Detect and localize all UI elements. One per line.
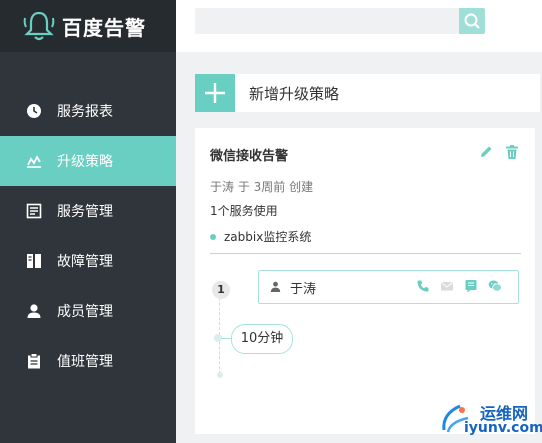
email-icon[interactable] <box>440 279 454 293</box>
divider <box>210 253 521 254</box>
sidebar-item-service-report[interactable]: 服务报表 <box>0 86 176 136</box>
phone-icon[interactable] <box>416 279 430 293</box>
sidebar-item-escalation[interactable]: 升级策略 <box>0 136 176 186</box>
columns-icon <box>27 254 41 268</box>
add-button[interactable] <box>195 74 235 112</box>
strategy-title: 微信接收告警 <box>210 149 289 164</box>
bell-icon <box>23 11 55 41</box>
strategy-card: 微信接收告警 于涛 于 3周前 创建 1个服务使用 zabbix监控系统 1 于… <box>195 128 535 434</box>
watermark: 运维网 iyunv.com <box>436 398 542 440</box>
sms-icon[interactable] <box>464 279 478 293</box>
sidebar-item-label: 值班管理 <box>57 354 113 370</box>
creation-meta: 于涛 于 3周前 创建 <box>210 180 314 194</box>
sidebar-item-label: 服务管理 <box>57 204 113 220</box>
search-button[interactable] <box>459 8 485 34</box>
add-strategy-label: 新增升级策略 <box>249 85 340 103</box>
service-usage-count: 1个服务使用 <box>210 204 278 218</box>
search-input[interactable] <box>195 8 459 34</box>
wechat-icon[interactable] <box>488 279 502 293</box>
sidebar-item-duty-manage[interactable]: 值班管理 <box>0 336 176 386</box>
watermark-url: iyunv.com <box>464 420 542 436</box>
add-strategy-bar[interactable]: 新增升级策略 <box>195 74 540 112</box>
service-name[interactable]: zabbix监控系统 <box>224 228 311 245</box>
sidebar-item-incident-manage[interactable]: 故障管理 <box>0 236 176 286</box>
timeline-connector <box>221 338 231 339</box>
recipient-box[interactable]: 于涛 <box>258 270 519 304</box>
step-number: 1 <box>212 281 230 299</box>
service-bullet <box>210 234 216 240</box>
delay-badge: 10分钟 <box>231 324 293 354</box>
sidebar-item-member-manage[interactable]: 成员管理 <box>0 286 176 336</box>
sidebar-item-label: 服务报表 <box>57 104 113 120</box>
user-icon <box>270 281 281 292</box>
sidebar-item-label: 升级策略 <box>57 154 113 170</box>
timeline-end-node <box>217 372 223 378</box>
sidebar-item-label: 故障管理 <box>57 254 113 270</box>
timeline-line <box>219 288 222 374</box>
brand-name: 百度告警 <box>62 16 146 40</box>
recipient-name: 于涛 <box>290 282 317 297</box>
sidebar-item-label: 成员管理 <box>57 304 113 320</box>
user-icon <box>27 304 41 318</box>
plus-icon <box>205 83 225 103</box>
chart-icon <box>27 155 41 168</box>
search-icon <box>464 13 480 29</box>
list-icon <box>26 203 42 219</box>
trash-icon[interactable] <box>504 144 520 160</box>
logo[interactable]: 百度告警 <box>0 0 176 52</box>
clock-icon <box>27 104 41 118</box>
clipboard-icon <box>28 353 40 369</box>
sidebar-item-service-manage[interactable]: 服务管理 <box>0 186 176 236</box>
sidebar: 百度告警 服务报表 升级策略 服务管理 故障管理 成员管理 值班管理 <box>0 0 176 443</box>
edit-icon[interactable] <box>478 144 494 160</box>
